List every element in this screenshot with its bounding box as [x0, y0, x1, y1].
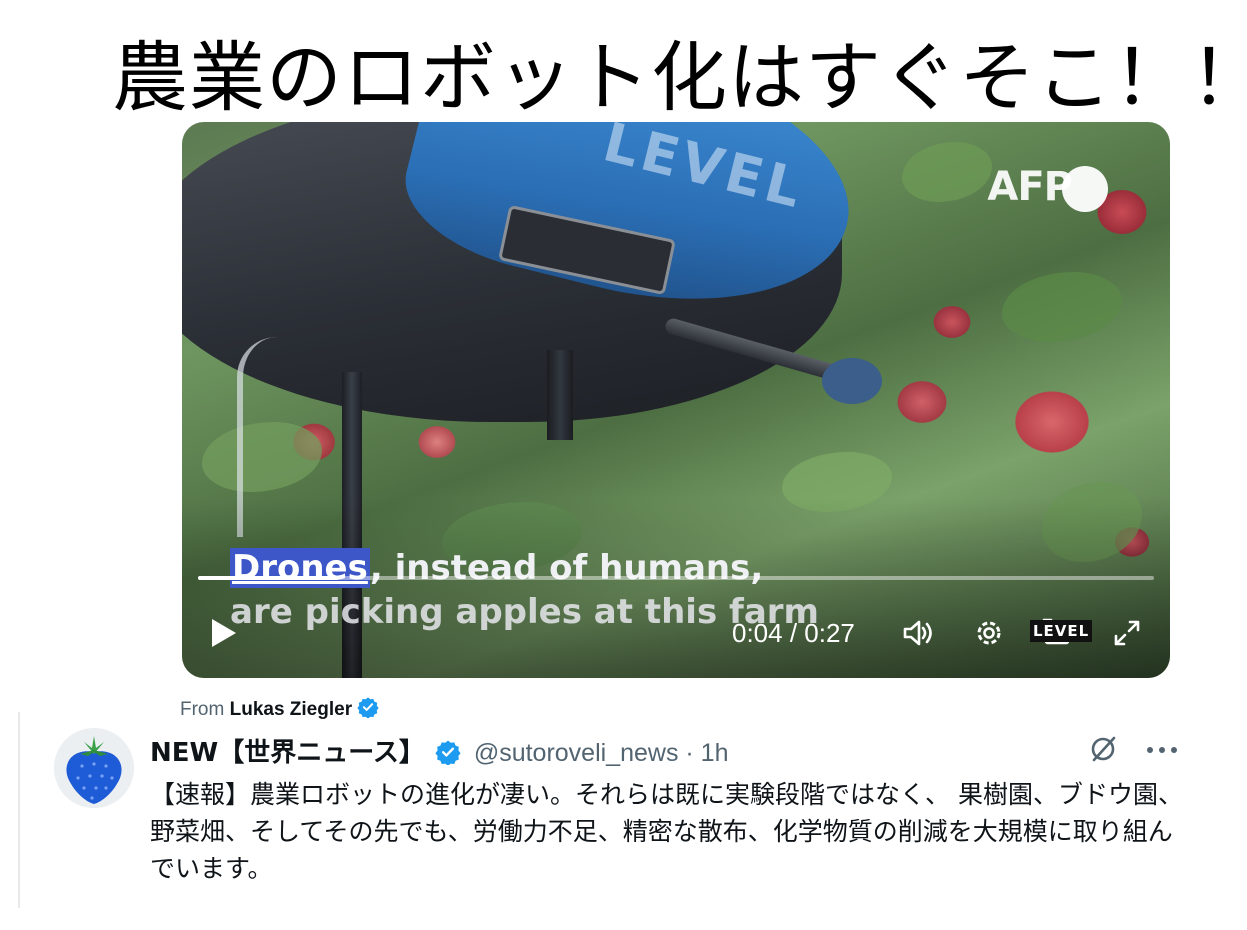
tweet-text: 【速報】農業ロボットの進化が凄い。それらは既に実験段階ではなく、 果樹園、ブドウ… — [150, 780, 1183, 883]
video-time: 0:04 / 0:27 — [732, 618, 855, 648]
tweet-author[interactable]: NEW【世界ニュース】 — [150, 738, 425, 768]
headline: 農業のロボット化はすぐそこ！！ — [112, 33, 1247, 122]
video-player[interactable]: LEVEL AFP Drones, instead of humans, are… — [182, 122, 1170, 678]
tweet[interactable]: NEW【世界ニュース】 @sutoroveli_news · 1h 【速報】農業… — [18, 712, 1208, 908]
settings-icon[interactable] — [972, 616, 1006, 650]
play-icon[interactable] — [206, 616, 240, 650]
fullscreen-icon[interactable] — [1110, 616, 1144, 650]
level-watermark: LEVEL — [1030, 620, 1093, 642]
video-controls: 0:04 / 0:27 LEVEL — [182, 602, 1170, 662]
afp-watermark: AFP — [987, 164, 1073, 210]
caption-highlight-word: Drones — [230, 548, 370, 588]
drone-pole-secondary — [547, 350, 573, 440]
avatar[interactable] — [54, 728, 134, 808]
grok-icon[interactable] — [1088, 734, 1118, 764]
progress-bar[interactable] — [198, 576, 1154, 580]
strawberry-avatar-icon — [54, 728, 134, 808]
caption-line1: , instead of humans, — [369, 548, 764, 588]
more-options-icon[interactable] — [1144, 740, 1180, 760]
progress-fill — [198, 576, 340, 580]
verified-badge-icon — [435, 740, 461, 765]
tweet-handle-time[interactable]: @sutoroveli_news · 1h — [474, 739, 729, 767]
volume-icon[interactable] — [900, 616, 934, 650]
drone-gripper — [822, 358, 882, 404]
tweet-header: NEW【世界ニュース】 @sutoroveli_news · 1h — [150, 732, 1180, 768]
